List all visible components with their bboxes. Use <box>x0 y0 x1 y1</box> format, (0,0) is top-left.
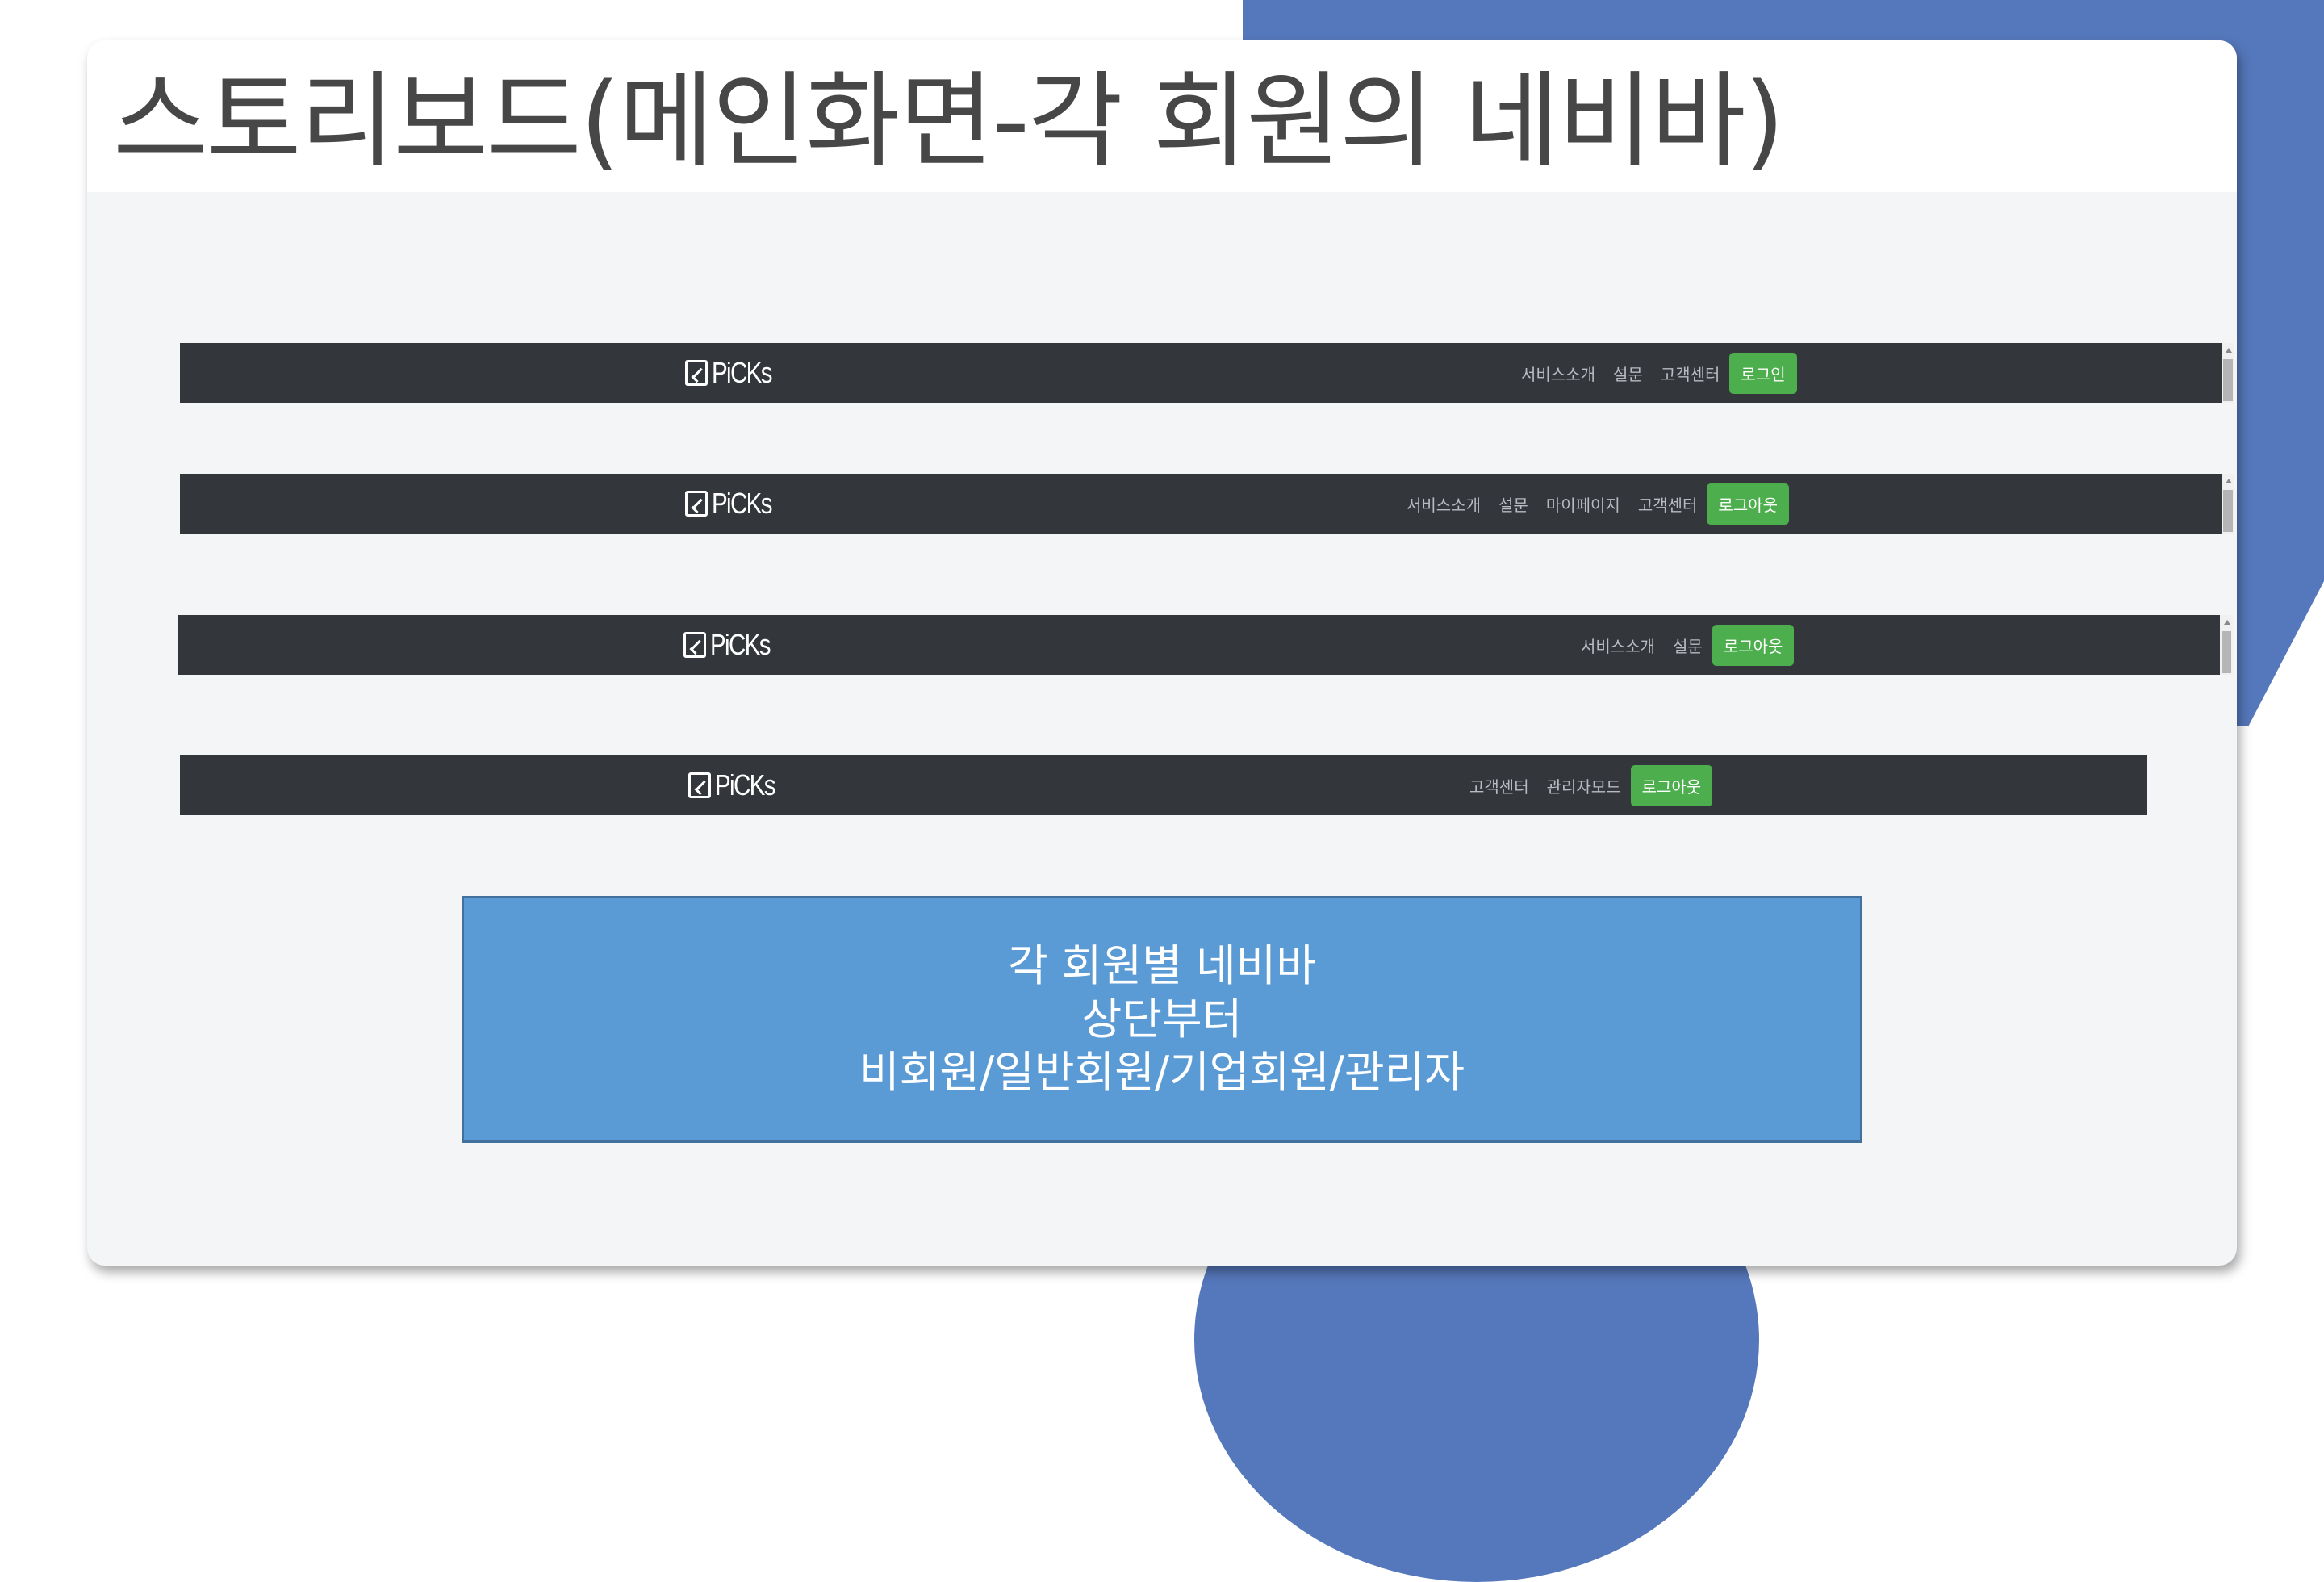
navbar-company: PiCKs 서비스소개 설문 로그아웃 <box>178 615 2233 675</box>
info-box: 각 회원별 네비바 상단부터 비회원/일반회원/기업회원/관리자 <box>462 896 1862 1143</box>
slide-title: 스토리보드(메인화면-각 회원의 네비바) <box>113 61 1785 182</box>
nav-link-admin-mode[interactable]: 관리자모드 <box>1547 774 1621 797</box>
navbar-logo[interactable]: PiCKs <box>683 630 783 659</box>
picks-logo-icon <box>688 772 711 798</box>
picks-logo-icon <box>685 360 708 386</box>
logout-button[interactable]: 로그아웃 <box>1630 764 1713 806</box>
nav-links: 고객센터 관리자모드 로그아웃 <box>1469 755 1713 815</box>
picks-logo-icon <box>683 632 706 658</box>
navbar-logo[interactable]: PiCKs <box>688 771 788 800</box>
scrollbar[interactable] <box>2220 615 2233 675</box>
navbar-logo[interactable]: PiCKs <box>685 489 784 518</box>
nav-links: 서비스소개 설문 로그아웃 <box>1581 615 1795 675</box>
logout-button[interactable]: 로그아웃 <box>1707 483 1790 525</box>
info-line: 각 회원별 네비바 <box>1007 940 1317 991</box>
navbar-member: PiCKs 서비스소개 설문 마이페이지 고객센터 로그아웃 <box>180 474 2234 534</box>
nav-link-survey[interactable]: 설문 <box>1498 492 1528 516</box>
scroll-thumb[interactable] <box>2222 631 2231 673</box>
info-line: 상단부터 <box>1081 994 1243 1044</box>
slide-card: 스토리보드(메인화면-각 회원의 네비바) PiCKs 서비스소개 설문 고객센… <box>87 40 2237 1266</box>
scroll-thumb[interactable] <box>2223 359 2233 401</box>
nav-links: 서비스소개 설문 고객센터 로그인 <box>1521 343 1797 403</box>
logo-text: PiCKs <box>715 768 775 801</box>
logo-text: PiCKs <box>712 487 772 520</box>
nav-link-my-page[interactable]: 마이페이지 <box>1546 492 1620 516</box>
scroll-up-arrow-icon[interactable] <box>2226 479 2232 483</box>
navbar-logo[interactable]: PiCKs <box>685 358 784 387</box>
nav-links: 서비스소개 설문 마이페이지 고객센터 로그아웃 <box>1407 474 1790 534</box>
login-button[interactable]: 로그인 <box>1729 352 1797 394</box>
scroll-thumb[interactable] <box>2223 490 2233 532</box>
logo-text: PiCKs <box>712 356 772 389</box>
info-line: 비회원/일반회원/기업회원/관리자 <box>859 1047 1465 1098</box>
nav-link-service-intro[interactable]: 서비스소개 <box>1407 492 1481 516</box>
logout-button[interactable]: 로그아웃 <box>1712 624 1795 666</box>
nav-link-customer-center[interactable]: 고객센터 <box>1638 492 1698 516</box>
navbar-admin: PiCKs 고객센터 관리자모드 로그아웃 <box>180 755 2147 815</box>
nav-link-service-intro[interactable]: 서비스소개 <box>1521 362 1595 385</box>
scrollbar[interactable] <box>2222 343 2234 403</box>
scroll-up-arrow-icon[interactable] <box>2226 348 2232 353</box>
slide-header: 스토리보드(메인화면-각 회원의 네비바) <box>87 40 2237 192</box>
nav-link-customer-center[interactable]: 고객센터 <box>1469 774 1529 797</box>
nav-link-service-intro[interactable]: 서비스소개 <box>1581 634 1655 657</box>
logo-text: PiCKs <box>710 628 771 661</box>
nav-link-survey[interactable]: 설문 <box>1673 634 1703 657</box>
scrollbar[interactable] <box>2222 474 2234 534</box>
nav-link-customer-center[interactable]: 고객센터 <box>1661 362 1720 385</box>
navbar-guest: PiCKs 서비스소개 설문 고객센터 로그인 <box>180 343 2234 403</box>
nav-link-survey[interactable]: 설문 <box>1613 362 1643 385</box>
scroll-up-arrow-icon[interactable] <box>2224 620 2230 625</box>
picks-logo-icon <box>685 491 708 517</box>
